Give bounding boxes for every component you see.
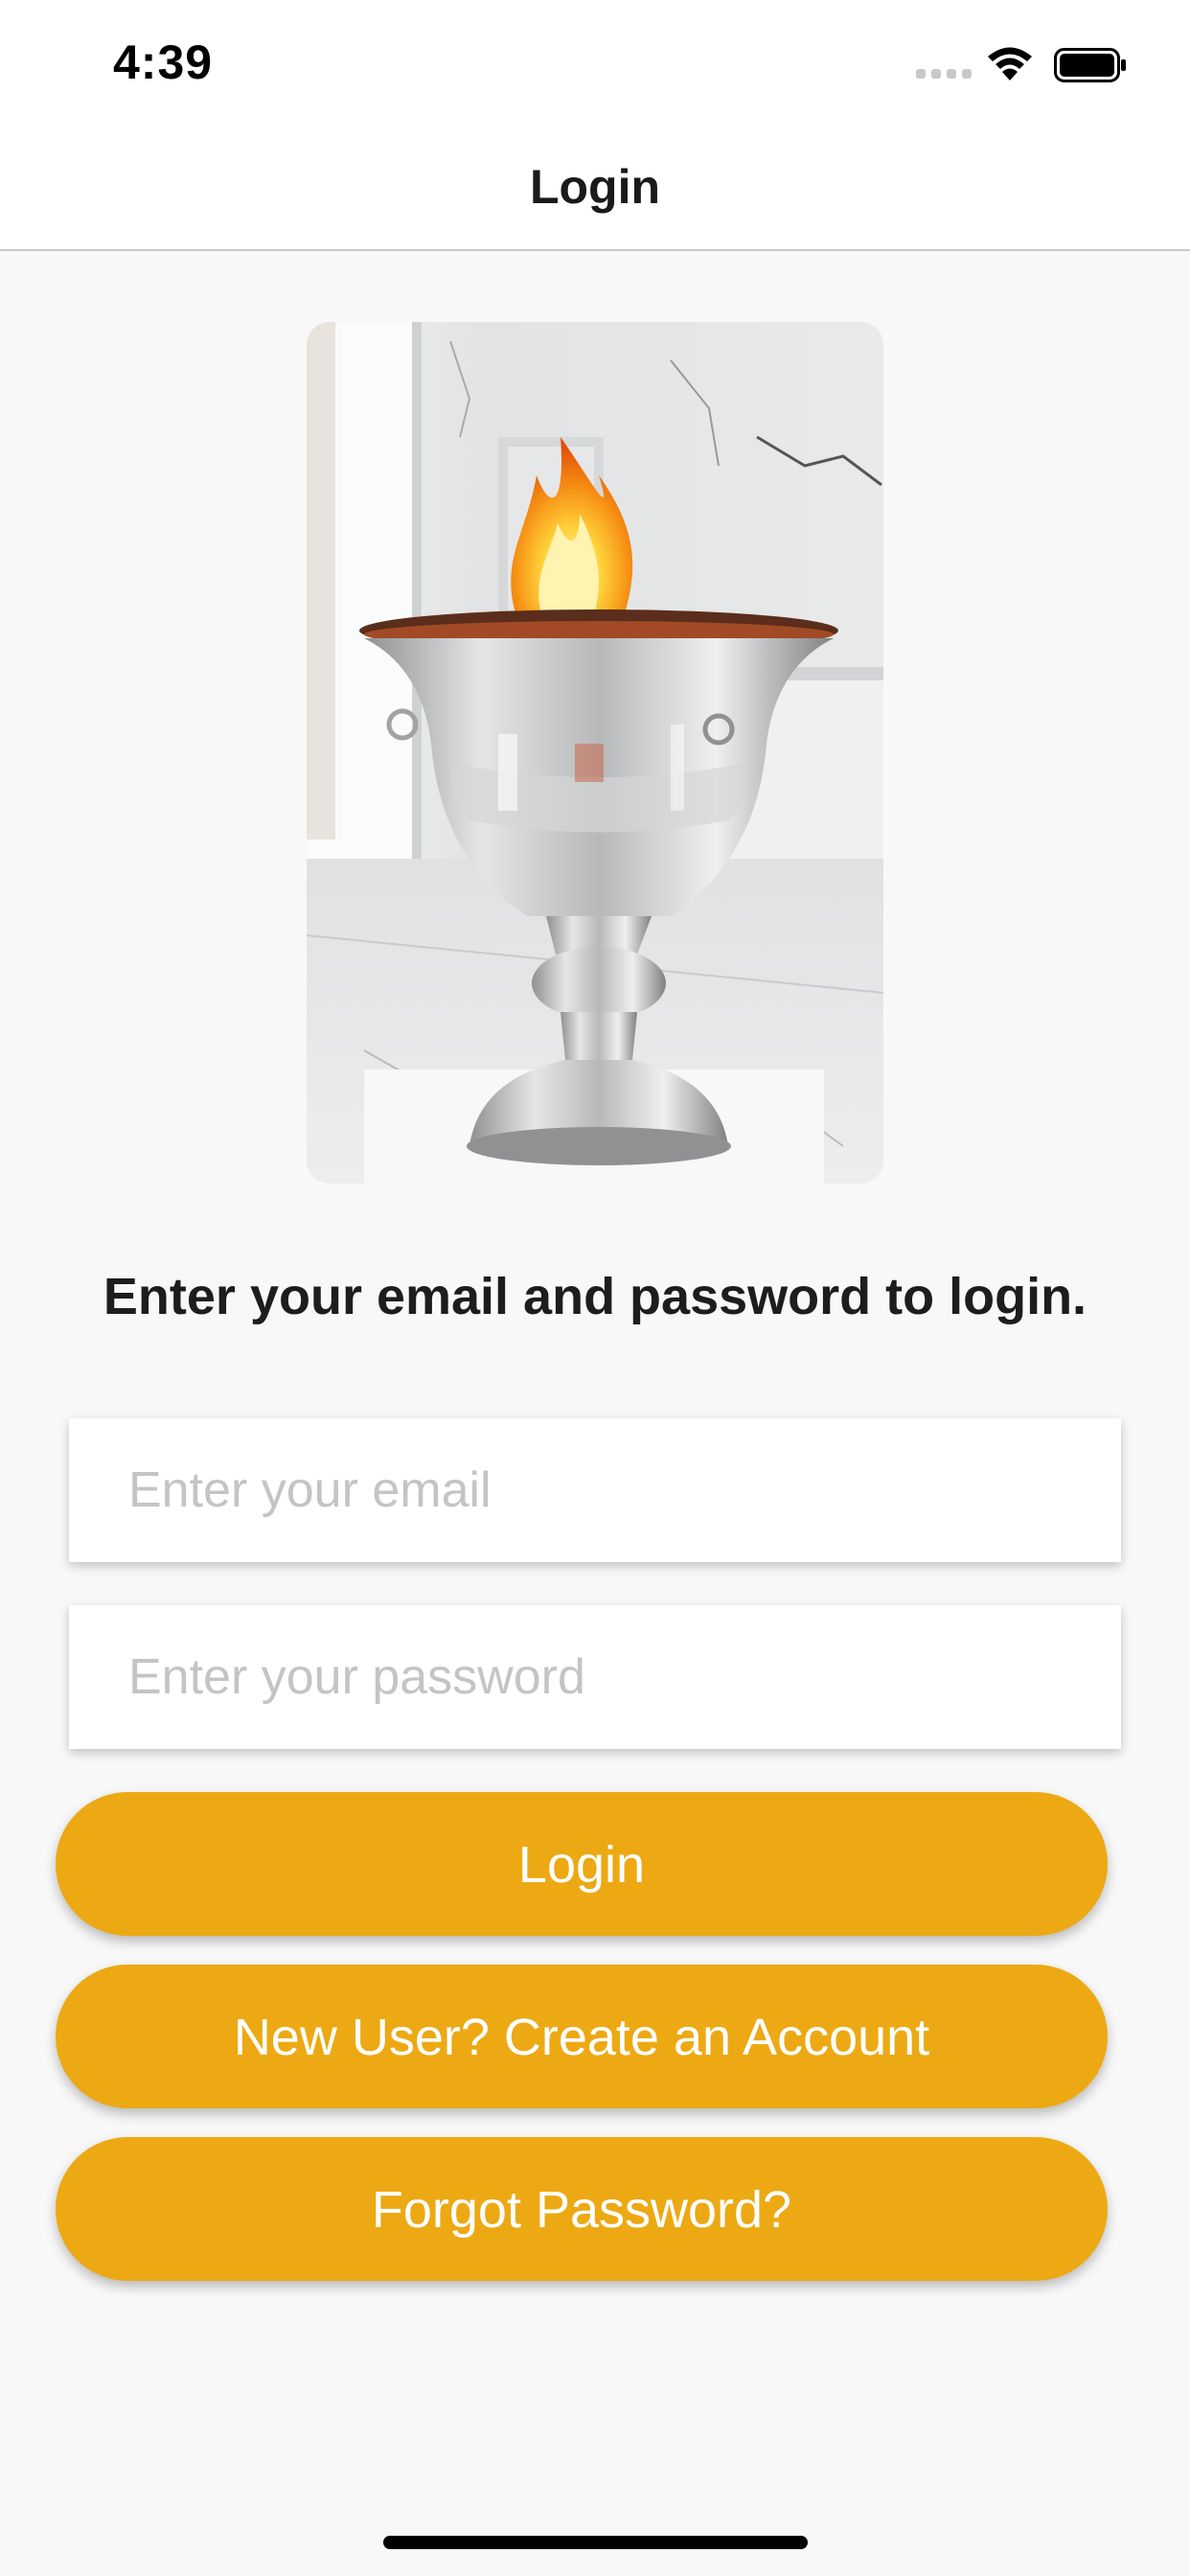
status-time: 4:39: [113, 35, 214, 89]
battery-icon: [1054, 48, 1126, 82]
cellular-signal-icon: [916, 69, 972, 79]
hero-image: [307, 322, 883, 1184]
email-field[interactable]: [69, 1418, 1121, 1562]
login-button[interactable]: Login: [56, 1792, 1108, 1936]
create-account-button[interactable]: New User? Create an Account: [56, 1965, 1108, 2108]
home-indicator[interactable]: [383, 2536, 808, 2549]
navigation-bar: Login: [0, 126, 1190, 251]
status-bar: 4:39: [0, 0, 1190, 126]
forgot-password-button[interactable]: Forgot Password?: [56, 2137, 1108, 2281]
login-instruction: Enter your email and password to login.: [103, 1268, 1087, 1325]
password-field[interactable]: [69, 1605, 1121, 1749]
wifi-icon: [988, 47, 1032, 80]
fire-urn-illustration: [307, 322, 883, 1184]
page-title: Login: [529, 160, 661, 214]
